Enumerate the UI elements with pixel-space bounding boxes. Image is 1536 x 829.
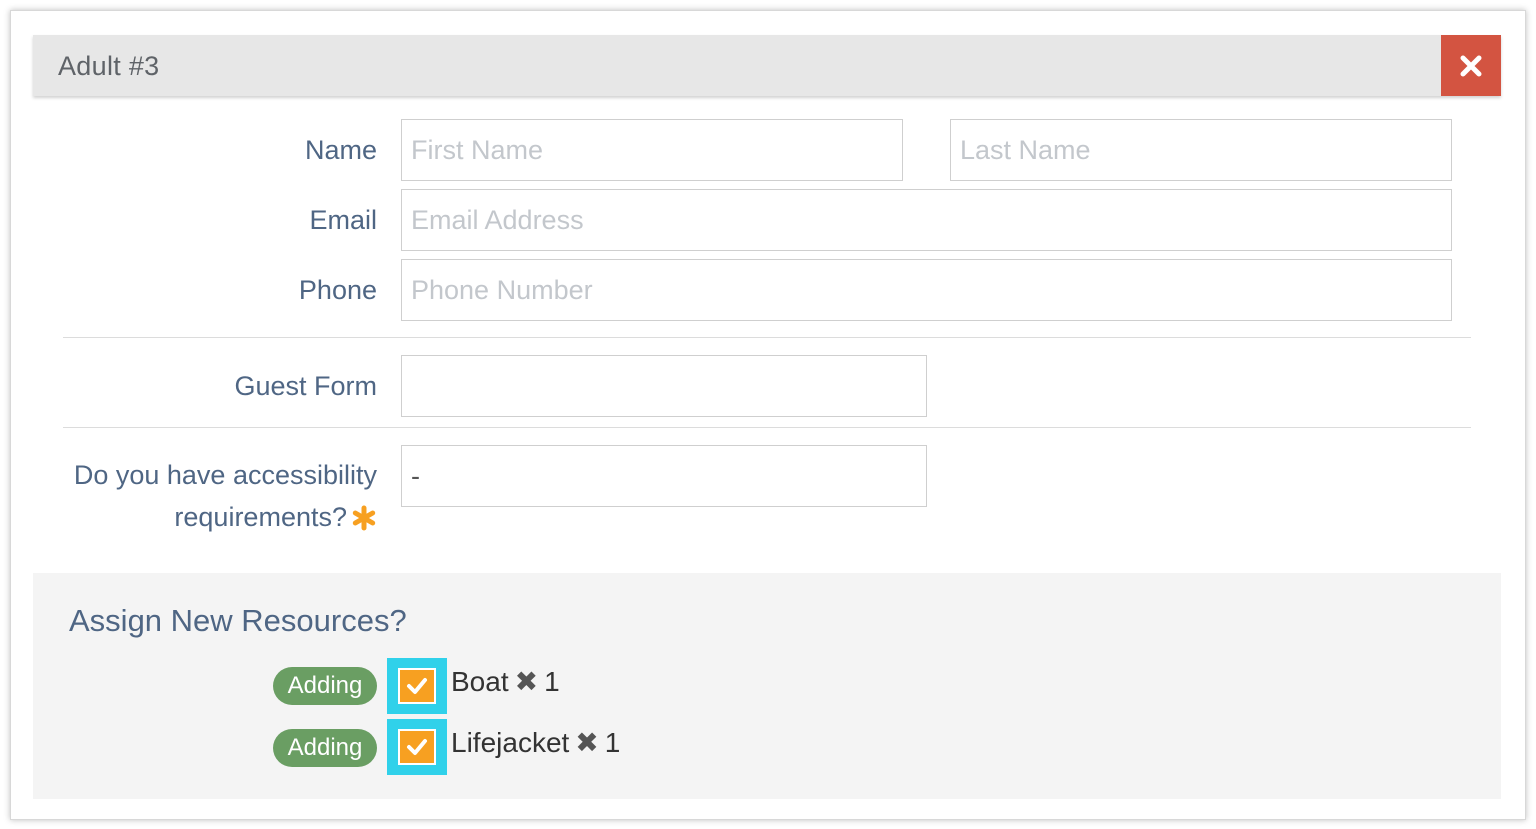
- resources-panel: Assign New Resources? Adding Boat ✖ 1 Ad…: [33, 573, 1501, 799]
- guest-form-label: Guest Form: [234, 371, 377, 401]
- multiply-icon: ✖: [514, 666, 539, 697]
- phone-label: Phone: [298, 275, 377, 305]
- resource-name: Boat: [451, 665, 509, 697]
- divider: [63, 427, 1471, 428]
- guest-title: Adult #3: [58, 51, 160, 81]
- asterisk-icon: [352, 505, 376, 531]
- multiply-icon: ✖: [575, 727, 599, 758]
- resources-title: Assign New Resources?: [69, 603, 407, 638]
- email-label: Email: [309, 205, 377, 235]
- check-icon: [407, 678, 427, 694]
- boat-resource-label: Boat ✖ 1: [451, 665, 560, 698]
- lifejacket-resource-label: Lifejacket ✖ 1: [451, 726, 620, 759]
- check-icon: [407, 739, 427, 755]
- accessibility-input[interactable]: [401, 445, 927, 507]
- name-label: Name: [304, 135, 377, 165]
- guest-header: Adult #3: [33, 35, 1501, 96]
- guest-form-input[interactable]: [401, 355, 927, 417]
- resource-quantity: 1: [604, 726, 621, 758]
- checkbox-box: [398, 668, 436, 704]
- divider: [63, 337, 1471, 338]
- lifejacket-checkbox[interactable]: [387, 719, 447, 775]
- guest-card: Adult #3 Name Email Phone Guest Form Do …: [10, 10, 1526, 820]
- close-icon: [1460, 55, 1482, 76]
- checkbox-box: [398, 729, 436, 765]
- accessibility-label-line2: requirements?: [174, 502, 347, 532]
- last-name-input[interactable]: [950, 119, 1452, 181]
- accessibility-label-line1: Do you have accessibility: [73, 460, 377, 490]
- phone-input[interactable]: [401, 259, 1452, 321]
- boat-checkbox[interactable]: [387, 658, 447, 714]
- adding-badge: Adding: [273, 729, 377, 767]
- email-input[interactable]: [401, 189, 1452, 251]
- resource-name: Lifejacket: [451, 726, 570, 758]
- resource-quantity: 1: [544, 665, 560, 697]
- first-name-input[interactable]: [401, 119, 903, 181]
- adding-badge: Adding: [273, 667, 377, 705]
- close-button[interactable]: [1441, 35, 1501, 96]
